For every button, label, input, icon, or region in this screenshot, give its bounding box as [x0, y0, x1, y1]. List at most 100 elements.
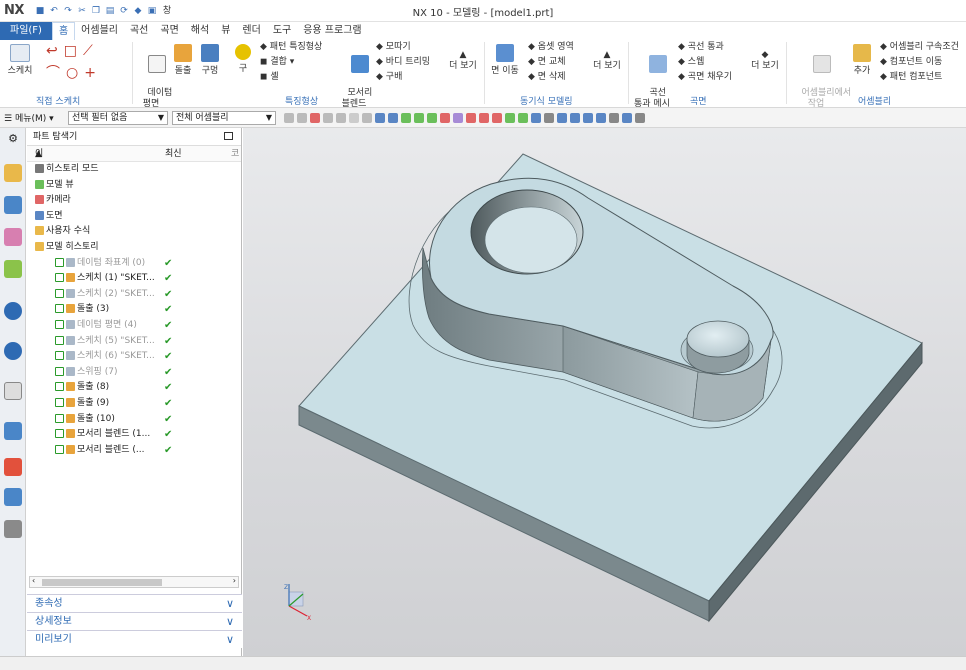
hole-button[interactable]: 구멍 [198, 44, 222, 77]
snap-icon[interactable] [362, 113, 372, 123]
assembly-navigator-icon[interactable] [4, 164, 22, 182]
constraint-navigator-icon[interactable] [4, 196, 22, 214]
delete-face-button[interactable]: ◆ 면 삭제 [528, 72, 566, 83]
menu-button[interactable]: ☰ 메뉴(M) ▾ [4, 111, 54, 124]
tab-surface[interactable]: 곡면 [154, 22, 184, 40]
extrude-button[interactable]: 돌출 [170, 44, 196, 77]
profile-icon[interactable]: ↩ [46, 43, 64, 59]
snap-icon[interactable] [453, 113, 463, 123]
scrollbar-thumb[interactable] [42, 579, 162, 586]
tab-analysis[interactable]: 해석 [185, 22, 215, 40]
pattern-component-button[interactable]: ◆ 패턴 컴포넌트 [880, 72, 942, 83]
tree-node[interactable]: 돌출 (3) ✔ [27, 302, 237, 317]
scroll-right-icon[interactable]: › [233, 576, 236, 585]
snap-icon[interactable] [414, 113, 424, 123]
column-name[interactable]: 이름 ▲ [35, 146, 43, 175]
visibility-checkbox[interactable] [55, 382, 64, 392]
view-icon[interactable] [583, 113, 593, 123]
tree-node[interactable]: 스케치 (1) "SKET... ✔ [27, 271, 237, 286]
snap-icon[interactable] [284, 113, 294, 123]
view-icon[interactable] [635, 113, 645, 123]
snap-icon[interactable] [531, 113, 541, 123]
horizontal-scrollbar[interactable]: ‹ › [29, 576, 239, 588]
tab-home[interactable]: 홈 [51, 22, 76, 40]
tree-node[interactable]: 모서리 블렌드 (1... ✔ [27, 427, 237, 442]
visibility-checkbox[interactable] [55, 257, 64, 267]
replace-face-button[interactable]: ◆ 면 교체 [528, 57, 566, 68]
snap-icon[interactable] [336, 113, 346, 123]
visibility-checkbox[interactable] [55, 429, 64, 439]
part-navigator-icon[interactable] [4, 228, 22, 246]
visibility-checkbox[interactable] [55, 320, 64, 329]
view-icon[interactable] [622, 113, 632, 123]
trim-body-button[interactable]: ◆ 바디 트리밍 [376, 57, 430, 68]
tree-node[interactable]: 히스토리 모드 [27, 162, 237, 177]
offset-region-button[interactable]: ◆ 옵셋 영역 [528, 42, 574, 53]
visibility-checkbox[interactable] [55, 304, 64, 314]
circle-icon[interactable]: ○ [66, 65, 84, 81]
fill-surface-button[interactable]: ◆ 곡면 채우기 [678, 72, 732, 83]
gear-icon[interactable]: ⚙ [4, 132, 22, 145]
tree-node[interactable]: 도면 [27, 209, 237, 224]
small-boss-top[interactable] [686, 320, 750, 358]
draft-button[interactable]: ◆ 구배 [376, 72, 402, 83]
point-icon[interactable]: + [84, 65, 102, 81]
tree-node[interactable]: 모서리 블렌드 (... ✔ [27, 443, 237, 458]
move-component-button[interactable]: ◆ 컴포넌트 이동 [880, 57, 942, 68]
process-icon[interactable] [4, 520, 22, 538]
through-curves-button[interactable]: ◆ 곡선 통과 [678, 42, 724, 53]
visibility-checkbox[interactable] [55, 366, 64, 376]
tree-node[interactable]: 스케치 (5) "SKET... ✔ [27, 334, 237, 349]
scope-dropdown[interactable]: 전체 어셈블리 ▼ [172, 111, 276, 125]
visibility-checkbox[interactable] [55, 398, 64, 407]
view-icon[interactable] [609, 113, 619, 123]
panel-preview[interactable]: 미리보기 ∨ [27, 630, 242, 648]
snap-icon[interactable] [297, 113, 307, 123]
tree-node[interactable]: 스위핑 (7) ✔ [27, 365, 237, 380]
tab-curve[interactable]: 곡선 [124, 22, 154, 40]
snap-icon[interactable] [492, 113, 502, 123]
tab-file[interactable]: 파일(F) [0, 22, 52, 40]
move-face-button[interactable]: 면 이동 [488, 44, 522, 77]
help-icon[interactable] [4, 342, 22, 360]
tree-node[interactable]: 데이텀 좌표계 (0) ✔ [27, 256, 237, 271]
snap-icon[interactable] [375, 113, 385, 123]
system-materials-icon[interactable] [4, 488, 22, 506]
snap-icon[interactable] [401, 113, 411, 123]
web-browser-icon[interactable] [4, 302, 22, 320]
panel-details[interactable]: 상세정보 ∨ [27, 612, 242, 630]
more-button-1[interactable]: ▲ 더 보기 [446, 50, 480, 72]
selection-filter-dropdown[interactable]: 선택 필터 없음 ▼ [68, 111, 168, 125]
pattern-feature-button[interactable]: ◆ 패턴 특징형상 [260, 42, 322, 53]
sphere-button[interactable]: 구 [232, 44, 254, 75]
tab-application[interactable]: 응용 프로그램 [297, 22, 367, 40]
tree-node[interactable]: 카메라 [27, 193, 237, 208]
rectangle-icon[interactable]: □ [64, 43, 83, 59]
visibility-checkbox[interactable] [55, 273, 64, 283]
snap-icon[interactable] [310, 113, 320, 123]
tree-node[interactable]: 스케치 (6) "SKET... ✔ [27, 349, 237, 364]
snap-icon[interactable] [427, 113, 437, 123]
sketch-button[interactable]: 스케치 [5, 44, 35, 77]
tab-render[interactable]: 렌더 [236, 22, 266, 40]
tree-node[interactable]: 데이텀 평면 (4) ✔ [27, 318, 237, 333]
line-icon[interactable]: ⟋ [83, 43, 99, 59]
snap-icon[interactable] [349, 113, 359, 123]
tab-tools[interactable]: 도구 [267, 22, 297, 40]
panel-dependencies[interactable]: 종속성 ∨ [27, 594, 242, 612]
sketch-curve-tools-2[interactable]: ⌒○+ [46, 65, 126, 81]
view-icon[interactable] [596, 113, 606, 123]
more-button-3[interactable]: ◆ 더 보기 [748, 50, 782, 72]
chamfer-button[interactable]: ◆ 모따기 [376, 42, 411, 53]
snap-icon[interactable] [388, 113, 398, 123]
column-third[interactable]: 코 [231, 146, 239, 162]
tree-node[interactable]: 돌출 (10) ✔ [27, 412, 237, 427]
view-icon[interactable] [570, 113, 580, 123]
snap-icon[interactable] [466, 113, 476, 123]
snap-icon[interactable] [323, 113, 333, 123]
tree-node[interactable]: 사용자 수식 [27, 224, 237, 239]
snap-icon[interactable] [544, 113, 554, 123]
combine-button[interactable]: ◼ 결합 ▾ [260, 57, 294, 68]
tree-node[interactable]: 돌출 (8) ✔ [27, 380, 237, 395]
column-latest[interactable]: 최신 [165, 146, 182, 162]
